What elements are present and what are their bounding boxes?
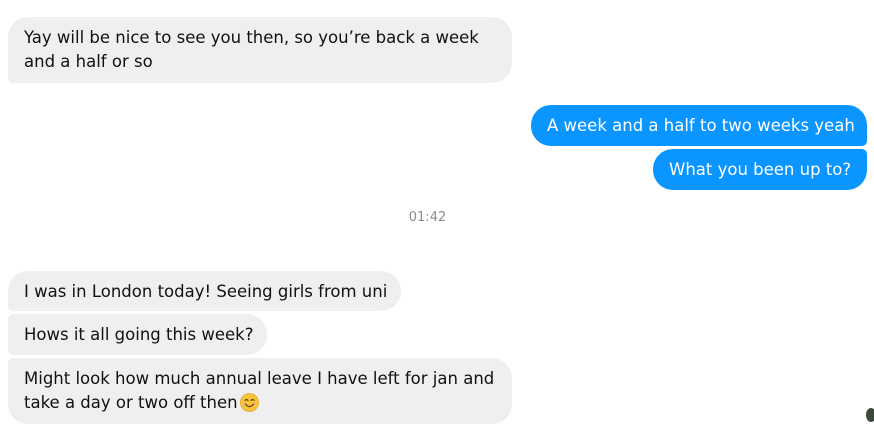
message-text-line: take a day or two off then — [24, 393, 238, 412]
message-text-line: Yay will be nice to see you then, so you… — [24, 28, 479, 47]
message-text-line-with-emoji: take a day or two off then — [24, 391, 496, 415]
message-timestamp: 01:42 — [408, 210, 447, 225]
message-text-line: and a half or so — [24, 52, 153, 71]
message-text: What you been up to? — [669, 160, 852, 179]
smiling-face-emoji-icon — [239, 393, 259, 412]
message-bubble-incoming[interactable]: I was in London today! Seeing girls from… — [8, 271, 401, 311]
message-bubble-incoming[interactable]: Yay will be nice to see you then, so you… — [8, 17, 512, 83]
message-text: Hows it all going this week? — [24, 325, 254, 344]
message-bubble-outgoing[interactable]: A week and a half to two weeks yeah — [531, 105, 867, 146]
message-bubble-incoming[interactable]: Hows it all going this week? — [8, 314, 267, 355]
seen-indicator-avatar — [866, 408, 874, 422]
message-bubble-outgoing[interactable]: What you been up to? — [653, 149, 867, 190]
message-text: I was in London today! Seeing girls from… — [24, 282, 388, 301]
message-bubble-incoming[interactable]: Might look how much annual leave I have … — [8, 358, 512, 424]
message-text: A week and a half to two weeks yeah — [547, 116, 855, 135]
message-text-line: Might look how much annual leave I have … — [24, 369, 495, 388]
